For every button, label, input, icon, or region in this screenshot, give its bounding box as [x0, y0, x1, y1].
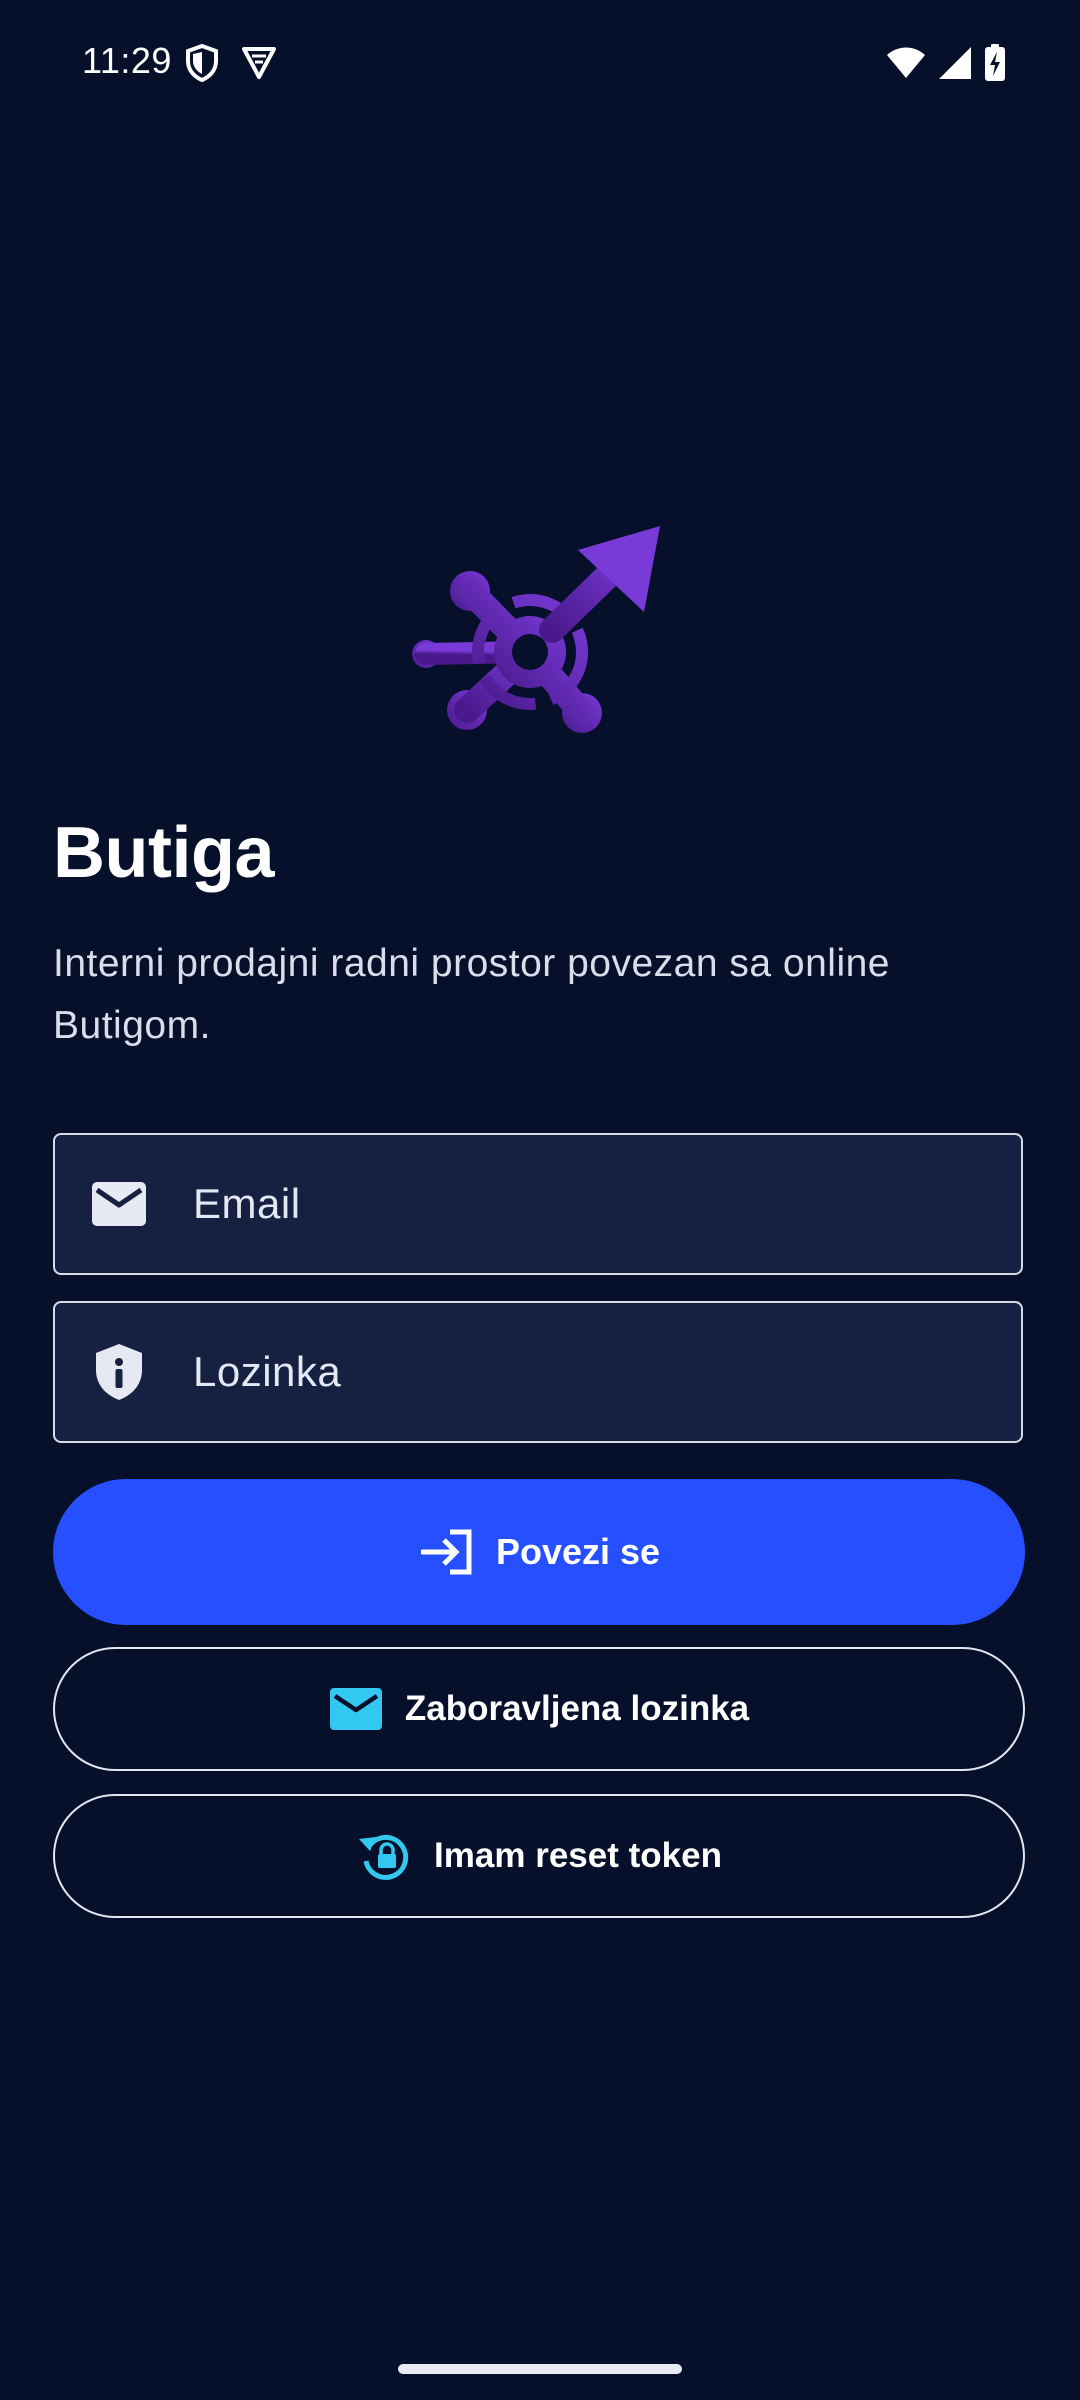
lock-reset-icon: [356, 1831, 412, 1881]
password-field[interactable]: [53, 1301, 1023, 1443]
reset-token-label: Imam reset token: [434, 1836, 722, 1875]
signal-icon: [938, 46, 972, 80]
butiga-logo-icon: [412, 518, 672, 746]
login-screen: 11:29 Butiga Interni prodajni radni pros…: [0, 0, 1080, 2400]
status-time: 11:29: [82, 40, 172, 81]
email-field[interactable]: [53, 1133, 1023, 1275]
forgot-password-label: Zaboravljena lozinka: [404, 1689, 750, 1728]
status-right-icons: [886, 44, 1006, 82]
login-icon: [418, 1529, 474, 1575]
forgot-password-button[interactable]: Zaboravljena lozinka: [53, 1647, 1025, 1771]
status-left-icons: [185, 44, 277, 82]
shield-info-icon: [87, 1340, 151, 1404]
password-input[interactable]: [191, 1302, 1021, 1442]
login-button-label: Povezi se: [495, 1531, 661, 1572]
email-input[interactable]: [191, 1134, 1021, 1274]
home-indicator[interactable]: [398, 2364, 682, 2374]
app-title: Butiga: [53, 813, 274, 893]
login-button[interactable]: Povezi se: [53, 1479, 1025, 1625]
wifi-icon: [886, 47, 926, 79]
mail-icon: [329, 1687, 383, 1731]
battery-charging-icon: [984, 44, 1006, 82]
shield-icon: [185, 44, 219, 82]
vpn-icon: [241, 44, 277, 82]
reset-token-button[interactable]: Imam reset token: [53, 1794, 1025, 1918]
status-bar: 11:29: [0, 0, 1080, 130]
envelope-icon: [87, 1172, 151, 1236]
app-subtitle: Interni prodajni radni prostor povezan s…: [53, 942, 891, 1047]
